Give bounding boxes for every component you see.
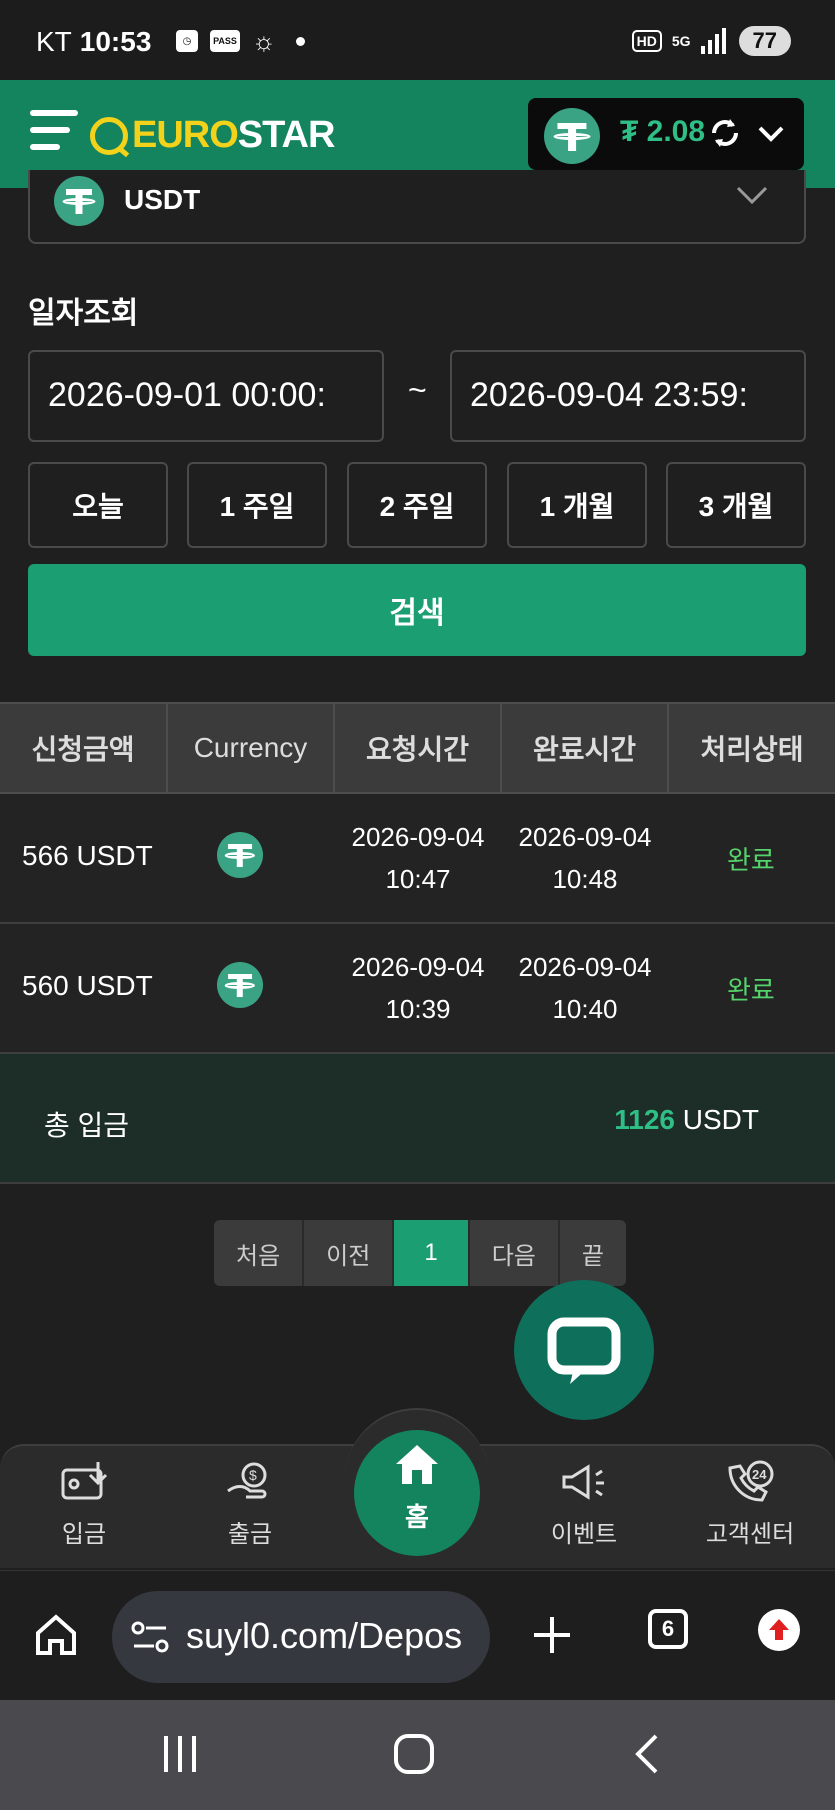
range-2week-button[interactable]: 2 주일 (347, 462, 487, 548)
column-header-amount: 신청금액 (0, 704, 168, 792)
svg-text:24: 24 (752, 1467, 767, 1482)
phone-24-icon: 24 (728, 1460, 774, 1502)
search-button[interactable]: 검색 (28, 564, 806, 656)
system-navigation-bar (0, 1700, 835, 1810)
nav-home[interactable]: 홈 (354, 1430, 480, 1556)
hamburger-menu-icon[interactable] (30, 110, 78, 156)
tether-coin-icon (217, 832, 263, 878)
eurostar-logo[interactable]: EURO STAR (90, 114, 336, 157)
table-row: 560 USDT 2026-09-04 10:39 2026-09-04 10:40… (0, 924, 835, 1054)
row-amount: 566 USDT (22, 840, 153, 871)
range-today-button[interactable]: 오늘 (28, 462, 168, 548)
page-first-button[interactable]: 처음 (214, 1220, 305, 1286)
nav-support[interactable]: 24 고객센터 (680, 1458, 820, 1549)
new-tab-plus-icon[interactable] (530, 1613, 574, 1657)
logo-mark-icon (90, 116, 128, 155)
megaphone-icon (562, 1464, 604, 1500)
nav-event-label: 이벤트 (550, 1521, 618, 1548)
carrier-label: KT (36, 26, 72, 57)
total-deposit-value: 1126 USDT (614, 1104, 759, 1135)
column-header-currency: Currency (168, 704, 335, 792)
address-bar[interactable]: suyl0.com/Depos (112, 1591, 490, 1683)
page-last-button[interactable]: 끝 (559, 1220, 626, 1286)
table-row: 566 USDT 2026-09-04 10:47 2026-09-04 10:48… (0, 794, 835, 924)
site-settings-icon[interactable] (130, 1619, 170, 1655)
column-header-request-time: 요청시간 (335, 704, 502, 792)
chat-button[interactable] (514, 1280, 654, 1420)
chevron-down-icon (736, 186, 768, 205)
battery-indicator: 77 (738, 26, 791, 56)
clock: 10:53 (79, 26, 152, 57)
status-carrier-time: KT 10:53 (36, 26, 151, 58)
row-request-time: 2026-09-04 10:39 (351, 952, 485, 1024)
browser-toolbar: suyl0.com/Depos 6 (0, 1570, 835, 1700)
home-icon (396, 1445, 438, 1484)
range-1week-button[interactable]: 1 주일 (187, 462, 327, 548)
tether-coin-icon (544, 108, 600, 164)
wallet-balance-widget[interactable]: ₮ 2.08 (528, 98, 804, 170)
nav-home-label: 홈 (405, 1502, 429, 1532)
back-icon[interactable] (632, 1732, 662, 1776)
date-range-separator: ~ (408, 372, 427, 408)
refresh-icon[interactable] (706, 114, 744, 152)
chat-bubble-icon (547, 1317, 621, 1384)
currency-select-value: USDT (124, 184, 201, 215)
row-request-time: 2026-09-04 10:47 (351, 822, 485, 894)
status-badge: 완료 (727, 975, 775, 1005)
wallet-balance: ₮ 2.08 (620, 115, 706, 148)
chevron-down-icon[interactable] (756, 118, 786, 148)
currency-select[interactable]: USDT (28, 170, 806, 244)
page-next-button[interactable]: 다음 (469, 1220, 560, 1286)
svg-text:$: $ (249, 1467, 257, 1483)
status-badge: 완료 (727, 845, 775, 875)
nav-deposit[interactable]: 입금 (14, 1458, 154, 1549)
signal-icon (700, 28, 726, 54)
url-text: suyl0.com/Depos (186, 1615, 463, 1656)
pass-app-icon: PASS (210, 30, 240, 52)
system-icons: HD 5G 77 (631, 26, 791, 56)
nav-withdraw-label: 출금 (227, 1521, 273, 1548)
nav-support-label: 고객센터 (705, 1521, 795, 1548)
column-header-status: 처리상태 (700, 734, 804, 765)
browser-home-icon[interactable] (34, 1613, 78, 1657)
start-date-input[interactable]: 2026-09-01 00:00: (28, 350, 384, 442)
end-date-input[interactable]: 2026-09-04 23:59: (450, 350, 806, 442)
row-complete-time: 2026-09-04 10:40 (518, 952, 652, 1024)
date-filter-title: 일자조회 (28, 297, 139, 330)
sun-icon: ☼ (252, 26, 276, 56)
deposit-icon (61, 1462, 108, 1500)
range-1month-button[interactable]: 1 개월 (507, 462, 647, 548)
nav-event[interactable]: 이벤트 (514, 1458, 654, 1549)
tab-count-button[interactable]: 6 (648, 1609, 688, 1649)
logo-euro-text: EURO (132, 114, 239, 156)
page-prev-button[interactable]: 이전 (304, 1220, 395, 1286)
more-dot-icon (295, 36, 305, 46)
logo-star-text: STAR (237, 114, 336, 156)
update-icon[interactable] (758, 1609, 800, 1651)
nav-deposit-label: 입금 (61, 1521, 107, 1548)
withdraw-icon: $ (227, 1462, 267, 1499)
range-3month-button[interactable]: 3 개월 (666, 462, 806, 548)
network-5g-icon: 5G (671, 33, 691, 49)
total-deposit-row: 총 입금 1126 USDT (0, 1054, 835, 1184)
hd-voice-icon: HD (631, 30, 662, 52)
home-system-icon[interactable] (392, 1732, 436, 1776)
tether-coin-icon (54, 176, 104, 226)
recent-apps-icon[interactable] (160, 1734, 200, 1774)
nav-withdraw[interactable]: $ 출금 (180, 1458, 320, 1549)
status-bar: KT 10:53 ◷ PASS ☼ HD 5G 77 (0, 0, 835, 80)
column-header-complete-time: 완료시간 (502, 704, 669, 792)
row-complete-time: 2026-09-04 10:48 (518, 822, 652, 894)
tether-coin-icon (217, 962, 263, 1008)
pagination: 처음 이전 1 다음 끝 (214, 1220, 626, 1286)
alarm-clock-icon: ◷ (176, 30, 198, 52)
notification-icons: ◷ PASS ☼ (176, 26, 305, 56)
total-deposit-label: 총 입금 (44, 1110, 130, 1141)
page-current-button[interactable]: 1 (394, 1220, 470, 1286)
table-header: 신청금액 Currency 요청시간 완료시간 처리상태 (0, 702, 835, 794)
row-amount: 560 USDT (22, 970, 153, 1001)
